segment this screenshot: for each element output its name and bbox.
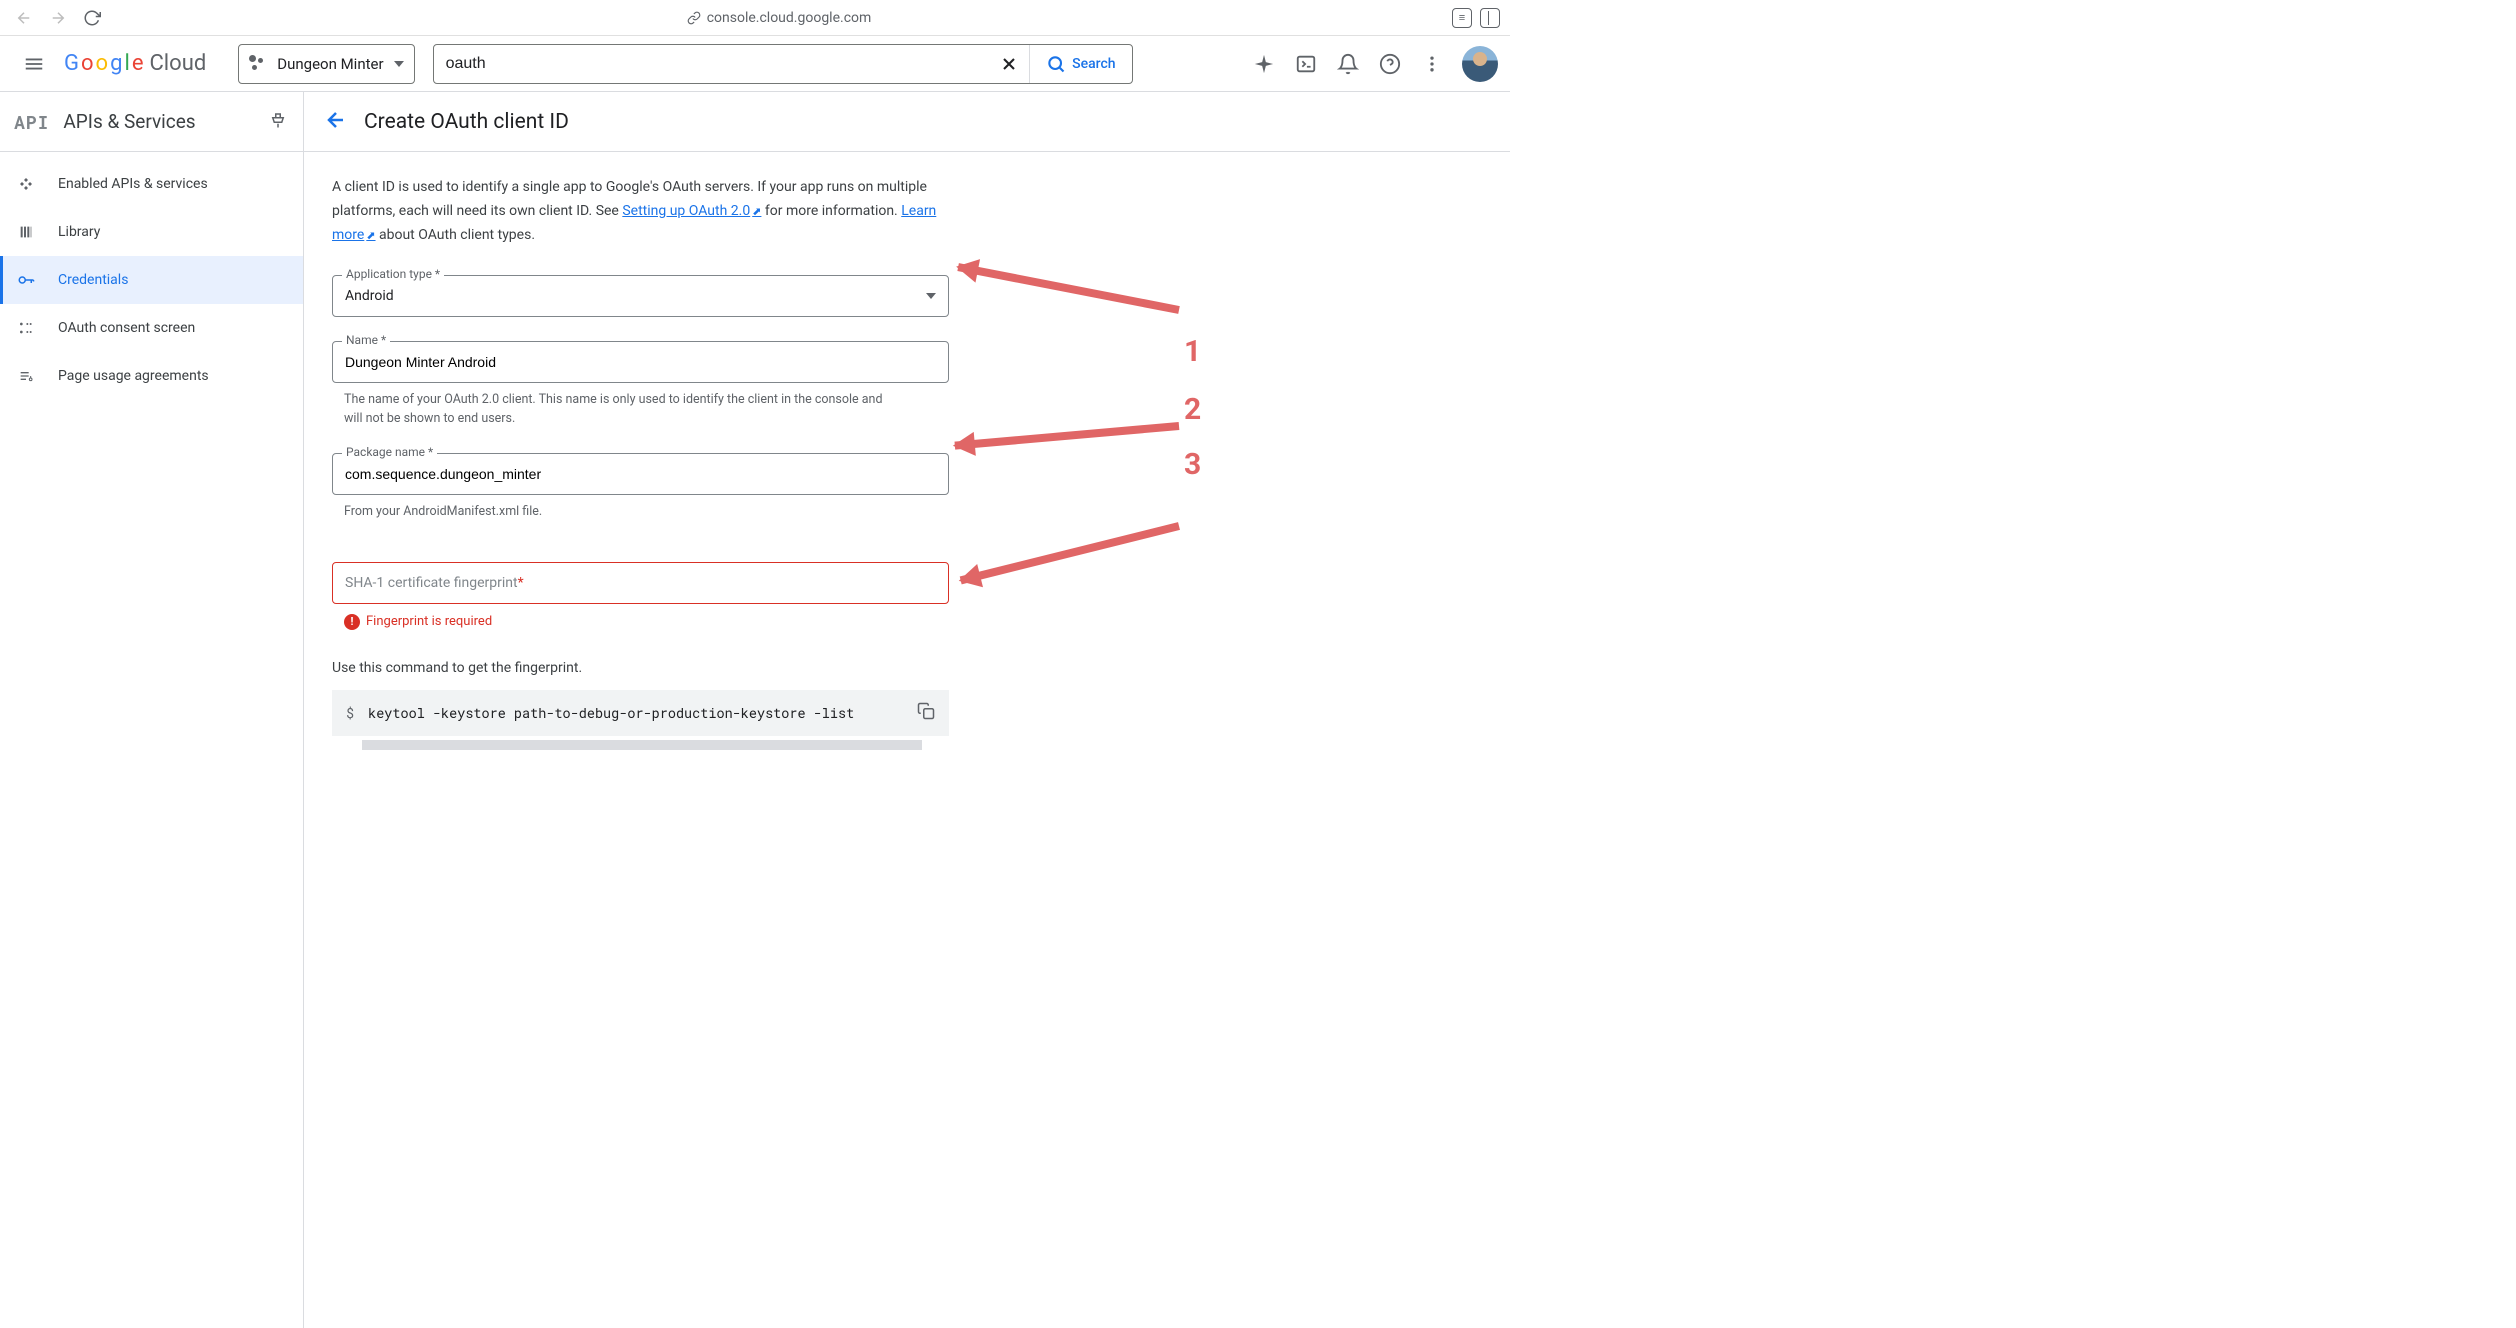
copy-icon[interactable] [917,702,935,724]
annotation-1: 1 [1184,334,1201,369]
page-usage-icon [16,368,36,384]
field-label: Package name * [342,445,437,459]
intro-text: A client ID is used to identify a single… [332,176,952,247]
command-text: keytool -keystore path-to-debug-or-produ… [368,704,854,722]
avatar[interactable] [1462,46,1498,82]
name-field-wrap: Name * The name of your OAuth 2.0 client… [332,341,949,429]
sha-input[interactable]: SHA-1 certificate fingerprint * [332,562,949,604]
more-icon[interactable] [1420,52,1444,76]
refresh-icon[interactable] [78,4,106,32]
application-type-field: Application type * Android [332,275,949,317]
command-block: $ keytool -keystore path-to-debug-or-pro… [332,690,949,736]
chevron-down-icon [394,61,404,67]
page-title: Create OAuth client ID [364,110,569,134]
project-name: Dungeon Minter [277,55,383,73]
browser-action-2[interactable] [1480,8,1500,28]
sidebar-item-credentials[interactable]: Credentials [0,256,303,304]
sidebar-item-label: Credentials [58,272,128,288]
field-label: Name * [342,333,390,347]
key-icon [16,271,36,289]
pin-icon[interactable] [269,111,287,133]
scrollbar-hint[interactable] [362,740,922,750]
project-icon [249,55,267,73]
sidebar-item-label: Enabled APIs & services [58,176,208,192]
prompt-symbol: $ [346,704,354,722]
browser-action-1[interactable]: ≡ [1452,8,1472,28]
name-input[interactable] [345,354,936,370]
sidebar-item-page-usage[interactable]: Page usage agreements [0,352,303,400]
browser-toolbar: console.cloud.google.com ≡ [0,0,1510,36]
consent-icon [16,320,36,336]
package-field-box [332,453,949,495]
package-field-wrap: Package name * From your AndroidManifest… [332,453,949,522]
hamburger-icon[interactable] [12,42,56,86]
forward-icon[interactable] [44,4,72,32]
app-header: Google Cloud Dungeon Minter Search [0,36,1510,92]
sidebar-item-enabled-apis[interactable]: Enabled APIs & services [0,160,303,208]
select-value: Android [345,288,394,304]
diamond-icon [16,176,36,192]
main-content: Create OAuth client ID A client ID is us… [304,92,1510,1328]
annotation-2: 2 [1184,392,1201,427]
gemini-icon[interactable] [1252,52,1276,76]
url-text[interactable]: console.cloud.google.com [707,10,872,26]
clear-search-icon[interactable] [989,45,1029,83]
external-link-icon: ⬈ [366,229,375,242]
search-bar: Search [433,44,1133,84]
field-label: Application type * [342,267,444,281]
search-icon [1046,54,1066,74]
sidebar-item-label: Library [58,224,100,240]
error-icon: ! [344,614,360,630]
sha-field-wrap: SHA-1 certificate fingerprint * ! Finger… [332,562,949,630]
search-input[interactable] [434,45,990,83]
search-button[interactable]: Search [1029,45,1131,83]
library-icon [16,224,36,240]
sidebar-item-label: Page usage agreements [58,368,209,384]
package-input[interactable] [345,466,936,482]
chevron-down-icon [926,293,936,299]
sidebar-item-oauth-consent[interactable]: OAuth consent screen [0,304,303,352]
setup-oauth-link[interactable]: Setting up OAuth 2.0⬈ [622,203,761,219]
sidebar-title: APIs & Services [63,110,255,133]
command-label: Use this command to get the fingerprint. [332,660,1256,676]
package-helper: From your AndroidManifest.xml file. [344,503,904,522]
google-cloud-logo[interactable]: Google Cloud [64,51,206,76]
application-type-select[interactable]: Android [332,275,949,317]
name-helper: The name of your OAuth 2.0 client. This … [344,391,904,429]
link-icon [687,11,701,25]
project-picker[interactable]: Dungeon Minter [238,44,414,84]
sidebar-item-label: OAuth consent screen [58,320,195,336]
annotation-3: 3 [1184,447,1201,482]
back-icon[interactable] [10,4,38,32]
sidebar: API APIs & Services Enabled APIs & servi… [0,92,304,1328]
back-arrow-icon[interactable] [324,108,348,136]
notifications-icon[interactable] [1336,52,1360,76]
cloud-shell-icon[interactable] [1294,52,1318,76]
sha-error: ! Fingerprint is required [344,614,949,630]
sidebar-item-library[interactable]: Library [0,208,303,256]
api-chip: API [14,110,49,134]
name-field-box [332,341,949,383]
help-icon[interactable] [1378,52,1402,76]
